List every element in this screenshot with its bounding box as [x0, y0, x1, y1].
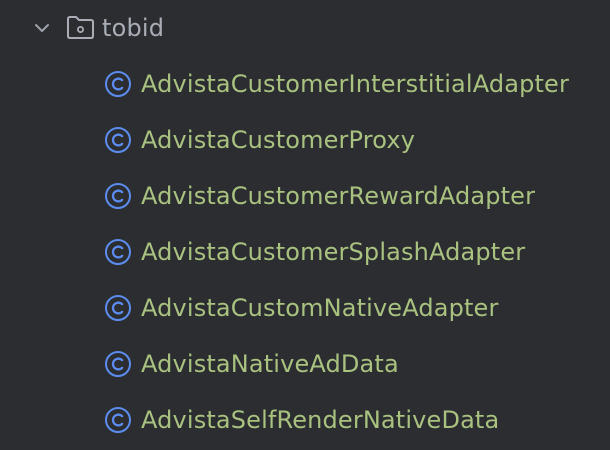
class-icon: [105, 407, 131, 433]
class-icon: [105, 351, 131, 377]
class-name: AdvistaCustomerRewardAdapter: [141, 182, 536, 210]
class-name: AdvistaCustomerInterstitialAdapter: [141, 70, 569, 98]
folder-name: tobid: [102, 14, 165, 42]
class-icon: [105, 239, 131, 265]
tree-row-class[interactable]: AdvistaCustomerInterstitialAdapter: [0, 56, 610, 112]
tree-row-class[interactable]: AdvistaCustomerRewardAdapter: [0, 168, 610, 224]
project-tree: tobid AdvistaCustomerInterstitialAdapter…: [0, 0, 610, 450]
class-name: AdvistaNativeAdData: [141, 350, 399, 378]
class-icon: [105, 127, 131, 153]
tree-row-folder-tobid[interactable]: tobid: [0, 0, 610, 56]
tree-row-class[interactable]: AdvistaSelfRenderNativeData: [0, 392, 610, 448]
class-name: AdvistaCustomerSplashAdapter: [141, 238, 526, 266]
folder-icon: [67, 16, 94, 39]
tree-row-class[interactable]: AdvistaCustomerProxy: [0, 112, 610, 168]
tree-row-class[interactable]: AdvistaCustomNativeAdapter: [0, 280, 610, 336]
class-name: AdvistaCustomerProxy: [141, 126, 416, 154]
chevron-down-icon[interactable]: [33, 19, 51, 37]
tree-row-class[interactable]: AdvistaCustomerSplashAdapter: [0, 224, 610, 280]
tree-row-class[interactable]: AdvistaNativeAdData: [0, 336, 610, 392]
class-icon: [105, 183, 131, 209]
class-name: AdvistaSelfRenderNativeData: [141, 406, 500, 434]
class-name: AdvistaCustomNativeAdapter: [141, 294, 499, 322]
class-icon: [105, 71, 131, 97]
class-icon: [105, 295, 131, 321]
